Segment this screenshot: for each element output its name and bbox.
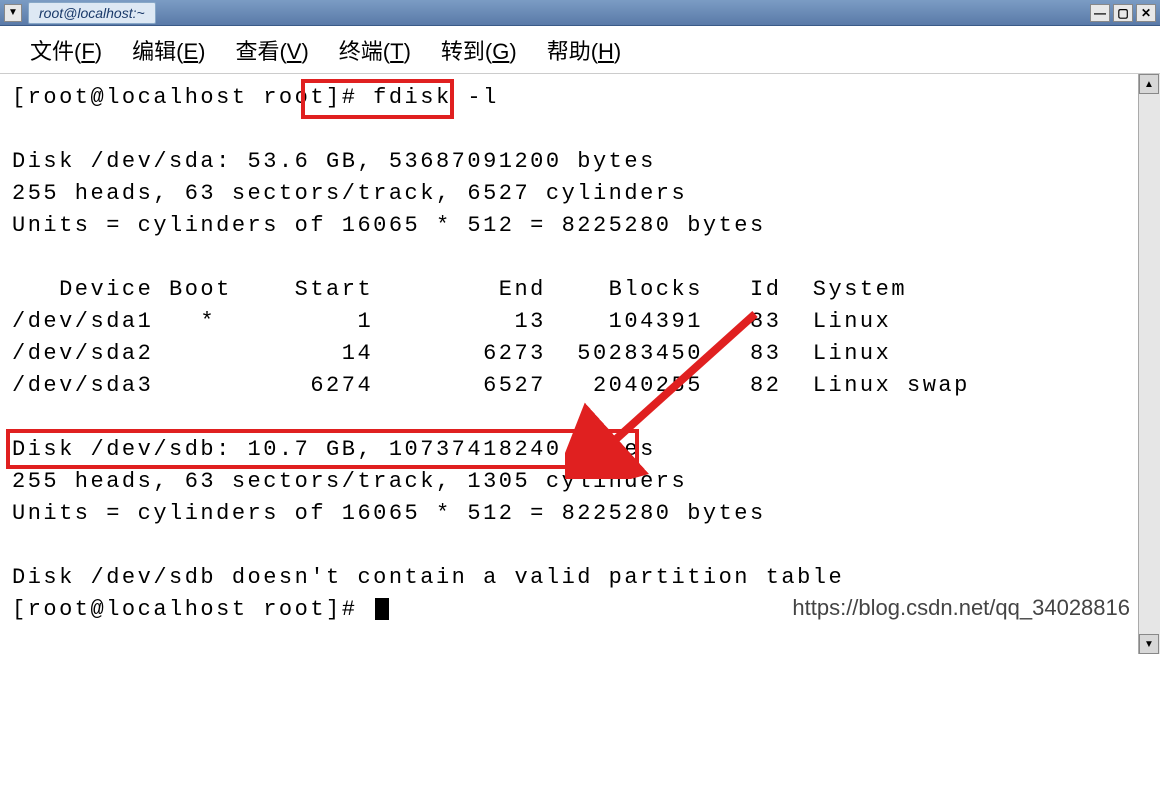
titlebar: ▼ root@localhost:~ — ▢ ✕: [0, 0, 1160, 26]
sdb-units-line: Units = cylinders of 16065 * 512 = 82252…: [12, 501, 766, 526]
menu-edit[interactable]: 编辑(E): [132, 34, 205, 66]
partition-row-sda1: /dev/sda1 * 1 13 104391 83 Linux: [12, 309, 891, 334]
disk-sdb-line: Disk /dev/sdb: 10.7 GB, 10737418240 byte…: [12, 437, 656, 462]
prompt-line: [root@localhost root]# fdisk -l: [12, 85, 499, 110]
menu-help[interactable]: 帮助(H): [547, 34, 622, 66]
menu-view[interactable]: 查看(V): [235, 34, 308, 66]
watermark-text: https://blog.csdn.net/qq_34028816: [792, 592, 1130, 624]
sdb-heads-line: 255 heads, 63 sectors/track, 1305 cylind…: [12, 469, 687, 494]
scrollbar[interactable]: ▲ ▼: [1138, 74, 1160, 654]
prompt-end: [root@localhost root]#: [12, 597, 373, 622]
menu-terminal[interactable]: 终端(T): [339, 34, 411, 66]
minimize-button[interactable]: —: [1090, 4, 1110, 22]
menu-go[interactable]: 转到(G): [441, 34, 517, 66]
titlebar-left-group: ▼ root@localhost:~: [4, 2, 156, 24]
dropdown-icon[interactable]: ▼: [4, 4, 22, 22]
disk-sda-line: Disk /dev/sda: 53.6 GB, 53687091200 byte…: [12, 149, 656, 174]
sda-units-line: Units = cylinders of 16065 * 512 = 82252…: [12, 213, 766, 238]
terminal-area: [root@localhost root]# fdisk -l Disk /de…: [0, 74, 1160, 654]
maximize-button[interactable]: ▢: [1113, 4, 1133, 22]
partition-row-sda2: /dev/sda2 14 6273 50283450 83 Linux: [12, 341, 891, 366]
sda-heads-line: 255 heads, 63 sectors/track, 6527 cylind…: [12, 181, 687, 206]
partition-table-header: Device Boot Start End Blocks Id System: [12, 277, 907, 302]
scrollbar-up-icon[interactable]: ▲: [1139, 74, 1159, 94]
close-button[interactable]: ✕: [1136, 4, 1156, 22]
terminal-content[interactable]: [root@localhost root]# fdisk -l Disk /de…: [0, 74, 1138, 654]
partition-row-sda3: /dev/sda3 6274 6527 2040255 82 Linux swa…: [12, 373, 970, 398]
sdb-empty-line: Disk /dev/sdb doesn't contain a valid pa…: [12, 565, 844, 590]
window-controls: — ▢ ✕: [1090, 4, 1156, 22]
cursor-icon: [375, 598, 389, 620]
scrollbar-down-icon[interactable]: ▼: [1139, 634, 1159, 654]
menubar: 文件(F) 编辑(E) 查看(V) 终端(T) 转到(G) 帮助(H): [0, 26, 1160, 74]
window-title: root@localhost:~: [28, 2, 156, 24]
menu-file[interactable]: 文件(F): [30, 34, 102, 66]
